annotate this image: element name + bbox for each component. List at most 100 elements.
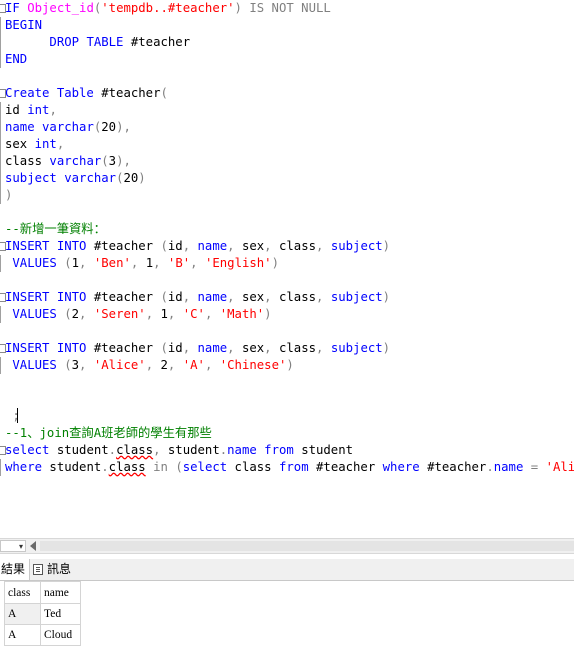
code-token: , xyxy=(182,290,198,304)
code-token: , xyxy=(227,239,242,253)
code-token: ( xyxy=(175,460,183,474)
code-text: VALUES (2, 'Seren', 1, 'C', 'Math') xyxy=(5,306,271,323)
code-text: INSERT INTO #teacher (id, name, sex, cla… xyxy=(5,340,390,357)
code-token: , xyxy=(145,358,161,372)
code-token: id xyxy=(167,341,183,355)
scroll-left-arrow-icon[interactable] xyxy=(30,541,36,551)
sql-editor[interactable]: IF Object_id ('tempdb..#teacher') IS NOT … xyxy=(0,0,574,538)
cell-name[interactable]: Cloud xyxy=(40,624,81,646)
fold-guide xyxy=(0,374,4,391)
code-text: where student.class in (select class fro… xyxy=(5,459,574,476)
code-token: , xyxy=(316,341,331,355)
code-token: ) xyxy=(5,188,13,202)
code-token: 'Ben' xyxy=(93,256,131,270)
code-token: #teacher xyxy=(86,239,161,253)
code-token: where xyxy=(5,460,43,474)
code-token: , xyxy=(79,358,94,372)
code-token: , xyxy=(264,290,279,304)
results-table: class name A Ted A Cloud xyxy=(4,581,81,646)
code-token: , xyxy=(153,256,168,270)
code-token: #teacher xyxy=(419,460,487,474)
code-token: varchar xyxy=(42,120,94,134)
code-token: varchar xyxy=(64,171,117,185)
tab-messages[interactable]: 訊息 xyxy=(33,559,83,580)
code-token: 3 xyxy=(71,358,80,372)
column-header-name[interactable]: name xyxy=(40,581,81,604)
horizontal-scrollbar[interactable]: ▾ xyxy=(0,538,574,554)
fold-guide xyxy=(0,408,4,425)
code-token: ( xyxy=(64,307,72,321)
code-token: #teacher xyxy=(86,290,161,304)
table-row[interactable]: A Ted xyxy=(4,603,81,625)
column-header-class[interactable]: class xyxy=(4,581,41,604)
code-token: 'A' xyxy=(182,358,205,372)
code-token: Object_id xyxy=(27,1,94,15)
fold-guide xyxy=(0,204,4,221)
code-token: student xyxy=(167,443,220,457)
code-text: subject varchar(20) xyxy=(5,170,146,187)
code-token: , xyxy=(167,358,183,372)
code-token: from xyxy=(278,460,309,474)
code-text: VALUES (1, 'Ben', 1, 'B', 'English') xyxy=(5,255,279,272)
results-grid[interactable]: class name A Ted A Cloud xyxy=(0,581,574,646)
code-text: INSERT INTO #teacher (id, name, sex, cla… xyxy=(5,238,390,255)
code-text: --1、join查詢A班老師的學生有那些 xyxy=(5,425,212,442)
table-row[interactable]: A Cloud xyxy=(4,624,81,646)
cell-class[interactable]: A xyxy=(4,603,41,625)
code-token: 1 xyxy=(71,256,80,270)
cell-name[interactable]: Ted xyxy=(40,603,81,625)
code-token: #teacher xyxy=(123,35,191,49)
code-token: 3 xyxy=(108,154,117,168)
code-token: BEGIN xyxy=(5,18,43,32)
code-token: select xyxy=(5,443,50,457)
code-token: name xyxy=(197,290,228,304)
code-token: 'Math' xyxy=(219,307,265,321)
code-token: , xyxy=(153,443,168,457)
code-token: student xyxy=(301,443,354,457)
code-token: , xyxy=(316,239,331,253)
code-token: . xyxy=(486,460,494,474)
code-text: DROP TABLE #teacher xyxy=(5,34,190,51)
code-token: , xyxy=(56,137,65,151)
code-token: 'English' xyxy=(204,256,272,270)
tab-results[interactable]: 結果 xyxy=(0,559,30,580)
code-token: , xyxy=(227,290,242,304)
code-token: , xyxy=(227,341,242,355)
code-token: subject xyxy=(330,290,383,304)
code-token: , xyxy=(316,290,331,304)
code-token: VALUES xyxy=(5,307,65,321)
code-token: 1 xyxy=(160,307,168,321)
code-text: id int, xyxy=(5,102,57,119)
messages-icon xyxy=(33,564,43,575)
code-token: sex xyxy=(241,239,265,253)
code-token: from xyxy=(256,443,302,457)
code-token: in xyxy=(145,460,176,474)
code-token: id xyxy=(167,290,183,304)
code-token: class xyxy=(116,443,154,457)
code-token: ) xyxy=(271,256,279,270)
code-token: 'tempdb..#teacher' xyxy=(101,1,235,15)
scroll-track[interactable] xyxy=(40,541,574,551)
code-token: varchar xyxy=(49,154,102,168)
code-token: ) xyxy=(382,290,391,304)
code-token: id xyxy=(167,239,183,253)
code-token: 2 xyxy=(160,358,168,372)
code-token: . xyxy=(108,443,117,457)
code-text: --新增一筆資料： xyxy=(5,221,106,238)
code-token: select xyxy=(182,460,228,474)
code-token: name xyxy=(493,460,524,474)
code-token: class xyxy=(278,341,317,355)
code-token: DROP TABLE xyxy=(49,35,124,49)
cell-class[interactable]: A xyxy=(4,624,41,646)
code-token: 'Seren' xyxy=(93,307,146,321)
code-token: class xyxy=(278,239,317,253)
code-token: name xyxy=(5,120,43,134)
code-token: Create Table xyxy=(5,86,94,100)
fold-guide xyxy=(0,272,4,289)
code-text: INSERT INTO #teacher (id, name, sex, cla… xyxy=(5,289,390,306)
zoom-dropdown[interactable]: ▾ xyxy=(0,540,26,552)
code-token: = xyxy=(523,460,546,474)
code-token: 'B' xyxy=(167,256,191,270)
code-token: 'Chinese' xyxy=(219,358,287,372)
code-token: sex xyxy=(241,341,265,355)
